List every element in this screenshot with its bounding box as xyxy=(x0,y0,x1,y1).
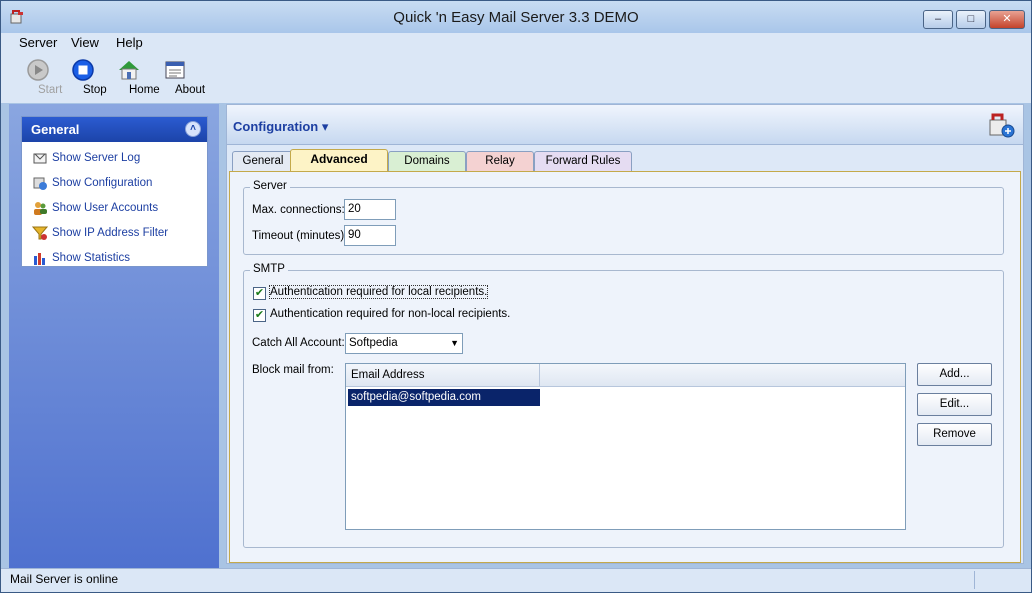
window-title: Quick 'n Easy Mail Server 3.3 DEMO xyxy=(393,9,639,26)
tab-relay[interactable]: Relay xyxy=(466,151,534,171)
status-bar: Mail Server is online xyxy=(1,568,1031,592)
stop-button[interactable]: Stop xyxy=(63,58,107,96)
server-log-icon xyxy=(33,153,47,164)
add-button[interactable]: Add... xyxy=(917,363,992,386)
catch-all-select[interactable]: Softpedia ▼ xyxy=(345,333,463,354)
app-window: Quick 'n Easy Mail Server 3.3 DEMO – □ ✕… xyxy=(0,0,1032,593)
mail-server-icon xyxy=(989,113,1015,138)
about-button[interactable]: About xyxy=(155,58,205,96)
start-button[interactable]: Start xyxy=(18,58,62,96)
catch-all-value: Softpedia xyxy=(349,337,398,349)
maximize-button[interactable]: □ xyxy=(956,10,986,29)
close-button[interactable]: ✕ xyxy=(989,10,1025,29)
home-icon xyxy=(119,61,139,80)
home-button[interactable]: Home xyxy=(109,58,160,96)
sidebar-group-header[interactable]: General ˄ xyxy=(22,117,207,142)
remove-button[interactable]: Remove xyxy=(917,423,992,446)
auth-local-checkbox[interactable]: ✔ xyxy=(253,287,266,300)
tab-domains[interactable]: Domains xyxy=(388,151,466,171)
timeout-label: Timeout (minutes): xyxy=(252,230,348,242)
stop-icon xyxy=(72,59,94,81)
tab-general[interactable]: General xyxy=(232,151,294,171)
sidebar-item-label: Show User Accounts xyxy=(52,202,159,214)
max-connections-input[interactable]: 20 xyxy=(344,199,396,220)
sidebar-item-label: Show Server Log xyxy=(52,152,141,164)
server-legend: Server xyxy=(250,180,290,192)
smtp-legend: SMTP xyxy=(250,263,288,275)
main-header: Configuration ▾ xyxy=(227,105,1023,145)
main-panel: Configuration ▾ General Advanced Domains… xyxy=(226,104,1024,564)
menu-help[interactable]: Help xyxy=(116,35,143,50)
sidebar-item-ip-filter[interactable]: Show IP Address Filter xyxy=(22,221,207,246)
minimize-button[interactable]: – xyxy=(923,10,953,29)
about-label: About xyxy=(175,84,206,96)
timeout-input[interactable]: 90 xyxy=(344,225,396,246)
auth-nonlocal-label[interactable]: Authentication required for non-local re… xyxy=(270,308,510,320)
sidebar: General ˄ Show Server Log Show Configura… xyxy=(9,104,219,568)
tab-forward-rules[interactable]: Forward Rules xyxy=(534,151,632,171)
auth-local-label[interactable]: Authentication required for local recipi… xyxy=(268,285,489,299)
about-icon xyxy=(165,61,185,79)
start-label: Start xyxy=(38,84,63,96)
column-email-address[interactable]: Email Address xyxy=(346,364,540,387)
configuration-dropdown[interactable]: Configuration ▾ xyxy=(233,119,328,135)
menu-view[interactable]: View xyxy=(71,35,99,50)
menu-bar: Server View Help xyxy=(1,33,1031,53)
status-text: Mail Server is online xyxy=(10,572,119,586)
stop-label: Stop xyxy=(83,84,107,96)
statistics-icon xyxy=(34,252,45,265)
sidebar-group-title: General xyxy=(31,122,80,137)
smtp-group: SMTP ✔ Authentication required for local… xyxy=(243,263,1004,548)
filter-icon xyxy=(32,226,48,240)
sidebar-item-label: Show Statistics xyxy=(52,252,130,264)
home-label: Home xyxy=(129,84,160,96)
collapse-icon[interactable]: ˄ xyxy=(185,121,201,137)
menu-server[interactable]: Server xyxy=(19,35,57,50)
auth-nonlocal-checkbox[interactable]: ✔ xyxy=(253,309,266,322)
max-connections-label: Max. connections: xyxy=(252,204,345,216)
sidebar-group-general: General ˄ Show Server Log Show Configura… xyxy=(21,116,208,267)
chevron-down-icon: ▼ xyxy=(450,338,459,348)
sidebar-item-label: Show IP Address Filter xyxy=(52,227,169,239)
catch-all-label: Catch All Account: xyxy=(252,337,345,349)
toolbar: Start Stop Home About xyxy=(1,53,1031,103)
sidebar-item-server-log[interactable]: Show Server Log xyxy=(22,146,207,171)
sidebar-item-user-accounts[interactable]: Show User Accounts xyxy=(22,196,207,221)
user-accounts-icon xyxy=(34,201,47,215)
edit-button[interactable]: Edit... xyxy=(917,393,992,416)
status-pane xyxy=(974,571,1014,589)
sidebar-item-label: Show Configuration xyxy=(52,177,153,189)
block-mail-list[interactable]: Email Address softpedia@softpedia.com xyxy=(345,363,906,530)
play-icon xyxy=(27,59,49,81)
tab-advanced[interactable]: Advanced xyxy=(290,149,388,172)
tab-page-advanced: Server Max. connections: 20 Timeout (min… xyxy=(229,171,1021,563)
list-item[interactable]: softpedia@softpedia.com xyxy=(348,389,540,406)
block-mail-label: Block mail from: xyxy=(252,364,334,376)
server-group: Server Max. connections: 20 Timeout (min… xyxy=(243,180,1004,255)
configuration-icon xyxy=(33,177,47,190)
column-filler xyxy=(540,364,905,387)
sidebar-item-statistics[interactable]: Show Statistics xyxy=(22,246,207,271)
sidebar-item-configuration[interactable]: Show Configuration xyxy=(22,171,207,196)
title-bar[interactable]: Quick 'n Easy Mail Server 3.3 DEMO – □ ✕ xyxy=(1,1,1031,33)
